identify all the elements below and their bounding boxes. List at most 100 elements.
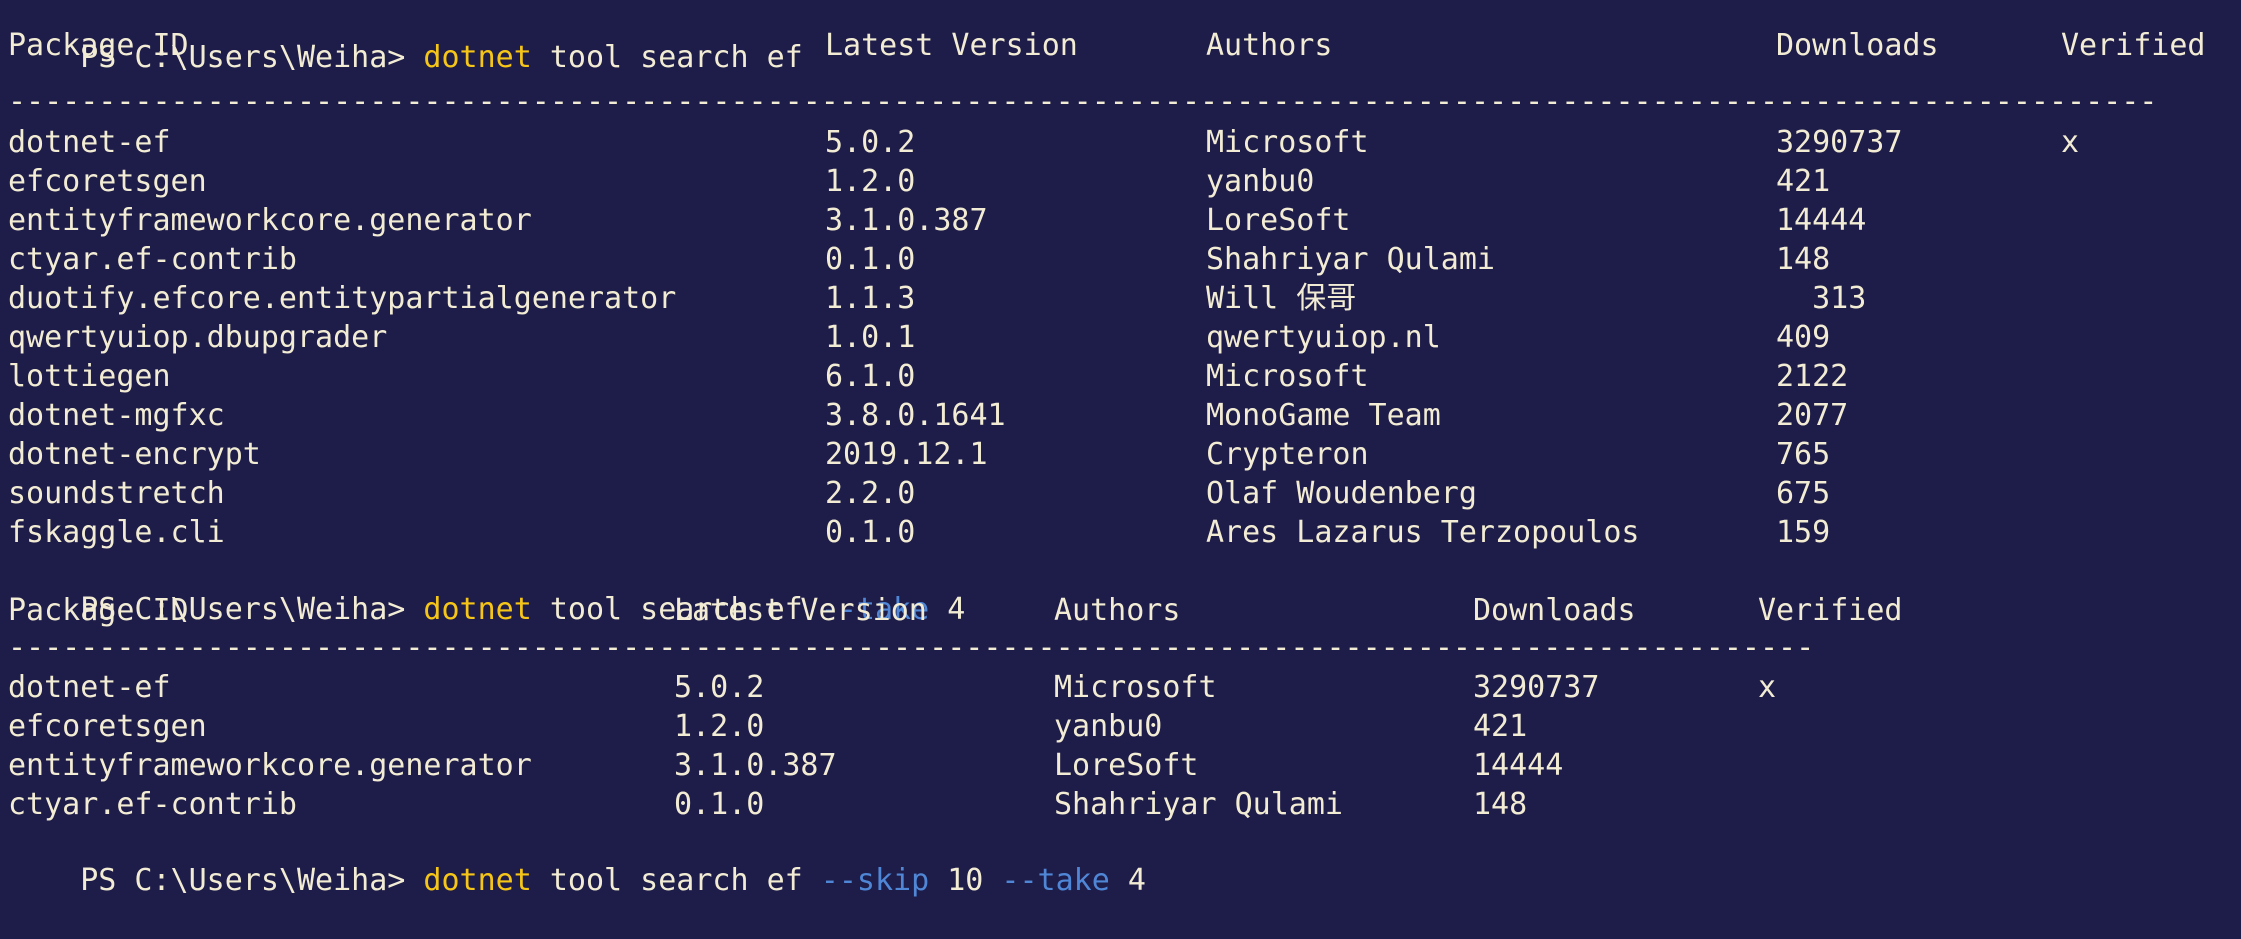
cell-version: 3.1.0.387 [825,203,988,238]
table-row: dotnet-ef 5.0.2 Microsoft 3290737 x [8,123,2238,162]
command-flag-value: 10 [929,863,1002,898]
command-flag-value: 4 [1109,863,1146,898]
table2-header-latest-version: Latest Version [674,593,927,628]
table2-header-package-id: Package ID [8,593,189,628]
cell-package-id: fskaggle.cli [8,515,225,550]
cell-version: 2.2.0 [825,476,916,511]
table1-header: Package ID Latest Version Authors Downlo… [8,26,2238,65]
cell-version: 1.2.0 [825,164,916,199]
cell-downloads: 2077 [1776,398,1849,433]
cell-package-id: entityframeworkcore.generator [8,748,532,783]
cell-package-id: dotnet-mgfxc [8,398,225,433]
cell-version: 3.8.0.1641 [825,398,1006,433]
table1-header-downloads: Downloads [1776,28,1939,63]
cell-package-id: efcoretsgen [8,709,207,744]
cell-downloads: 14444 [1776,203,1867,238]
table1-header-latest-version: Latest Version [825,28,1078,63]
command-args: tool search ef [531,863,821,898]
cell-downloads: 148 [1776,242,1831,277]
command-program: dotnet [423,863,532,898]
cell-verified: x [1758,670,1777,705]
cell-package-id: dotnet-encrypt [8,437,261,472]
cell-author: LoreSoft [1054,748,1199,783]
cell-version: 0.1.0 [825,242,916,277]
cell-package-id: lottiegen [8,359,171,394]
cell-package-id: dotnet-ef [8,125,171,160]
cell-package-id: ctyar.ef-contrib [8,242,297,277]
cell-downloads: 409 [1776,320,1831,355]
table2-separator: ----------------------------------------… [8,630,1815,665]
cell-downloads: 765 [1776,437,1831,472]
cell-version: 6.1.0 [825,359,916,394]
cell-version: 1.2.0 [674,709,765,744]
table-row: qwertyuiop.dbupgrader 1.0.1 qwertyuiop.nl 4… [8,318,2238,357]
cell-author: LoreSoft [1206,203,1351,238]
cell-author: Microsoft [1054,670,1217,705]
terminal-window[interactable]: PS C:\Users\Weiha> dotnet tool search ef… [0,0,2241,898]
cell-package-id: entityframeworkcore.generator [8,203,532,238]
table-row: duotify.efcore.entitypartialgenerator 1.1… [8,279,2238,318]
cell-author: Shahriyar Qulami [1206,242,1495,277]
table-row: lottiegen 6.1.0 Microsoft 2122 [8,357,2238,396]
cell-author: Olaf Woudenberg [1206,476,1477,511]
cell-downloads: 148 [1473,787,1528,822]
cell-author: qwertyuiop.nl [1206,320,1441,355]
cell-author: Will 保哥 [1206,281,1357,316]
table2-header-authors: Authors [1054,593,1181,628]
table-row: dotnet-mgfxc 3.8.0.1641 MonoGame Team 2077 [8,396,2238,435]
table1-header-package-id: Package ID [8,28,189,63]
table-row: efcoretsgen 1.2.0 yanbu0 421 [8,707,1928,746]
table2-header: Package ID Latest Version Authors Downlo… [8,591,1928,630]
table2-header-downloads: Downloads [1473,593,1636,628]
prompt: PS C:\Users\Weiha> [80,863,424,898]
table-row: efcoretsgen 1.2.0 yanbu0 421 [8,162,2238,201]
cell-downloads: 675 [1776,476,1831,511]
cell-author: Microsoft [1206,125,1369,160]
cell-version: 1.0.1 [825,320,916,355]
cell-package-id: qwertyuiop.dbupgrader [8,320,388,355]
table-row: fskaggle.cli 0.1.0 Ares Lazarus Terzopoulo… [8,513,2238,552]
table-row: entityframeworkcore.generator 3.1.0.387 Lo… [8,201,2238,240]
cell-author: Shahriyar Qulami [1054,787,1343,822]
cell-author: MonoGame Team [1206,398,1441,433]
cell-downloads: 421 [1473,709,1528,744]
command-flag-skip: --skip [820,863,930,898]
cell-downloads: 2122 [1776,359,1849,394]
table2-header-verified: Verified [1758,593,1903,628]
cell-package-id: soundstretch [8,476,225,511]
cell-version: 5.0.2 [674,670,765,705]
cell-author: Ares Lazarus Terzopoulos [1206,515,1640,550]
cell-downloads: 159 [1776,515,1831,550]
cell-downloads: 14444 [1473,748,1564,783]
cell-package-id: dotnet-ef [8,670,171,705]
table-row: dotnet-encrypt 2019.12.1 Crypteron 765 [8,435,2238,474]
cell-downloads: 3290737 [1473,670,1600,705]
table1-header-authors: Authors [1206,28,1333,63]
cell-version: 2019.12.1 [825,437,988,472]
command-flag-take: --take [1001,863,1110,898]
cell-downloads: 3290737 [1776,125,1903,160]
cell-version: 0.1.0 [825,515,916,550]
command-line-2: PS C:\Users\Weiha> dotnet tool search ef… [8,551,965,627]
cell-package-id: ctyar.ef-contrib [8,787,297,822]
table-row: ctyar.ef-contrib 0.1.0 Shahriyar Qulami 148 [8,240,2238,279]
table-row: ctyar.ef-contrib 0.1.0 Shahriyar Qulami 148 [8,785,1928,824]
cell-downloads: 421 [1776,164,1831,199]
cell-version: 5.0.2 [825,125,916,160]
cell-package-id: duotify.efcore.entitypartialgenerator [8,281,677,316]
table-row: entityframeworkcore.generator 3.1.0.387 Lo… [8,746,1928,785]
table1-header-verified: Verified [2061,28,2206,63]
cell-downloads: 313 [1776,281,1867,316]
cell-author: Microsoft [1206,359,1369,394]
cell-version: 1.1.3 [825,281,916,316]
cell-package-id: efcoretsgen [8,164,207,199]
cell-author: yanbu0 [1054,709,1163,744]
cell-version: 0.1.0 [674,787,765,822]
table-row: dotnet-ef 5.0.2 Microsoft 3290737 x [8,668,1928,707]
cell-version: 3.1.0.387 [674,748,837,783]
table-row: soundstretch 2.2.0 Olaf Woudenberg 675 [8,474,2238,513]
table1-separator: ----------------------------------------… [8,84,2158,119]
cell-verified: x [2061,125,2080,160]
cell-author: yanbu0 [1206,164,1315,199]
cell-author: Crypteron [1206,437,1369,472]
